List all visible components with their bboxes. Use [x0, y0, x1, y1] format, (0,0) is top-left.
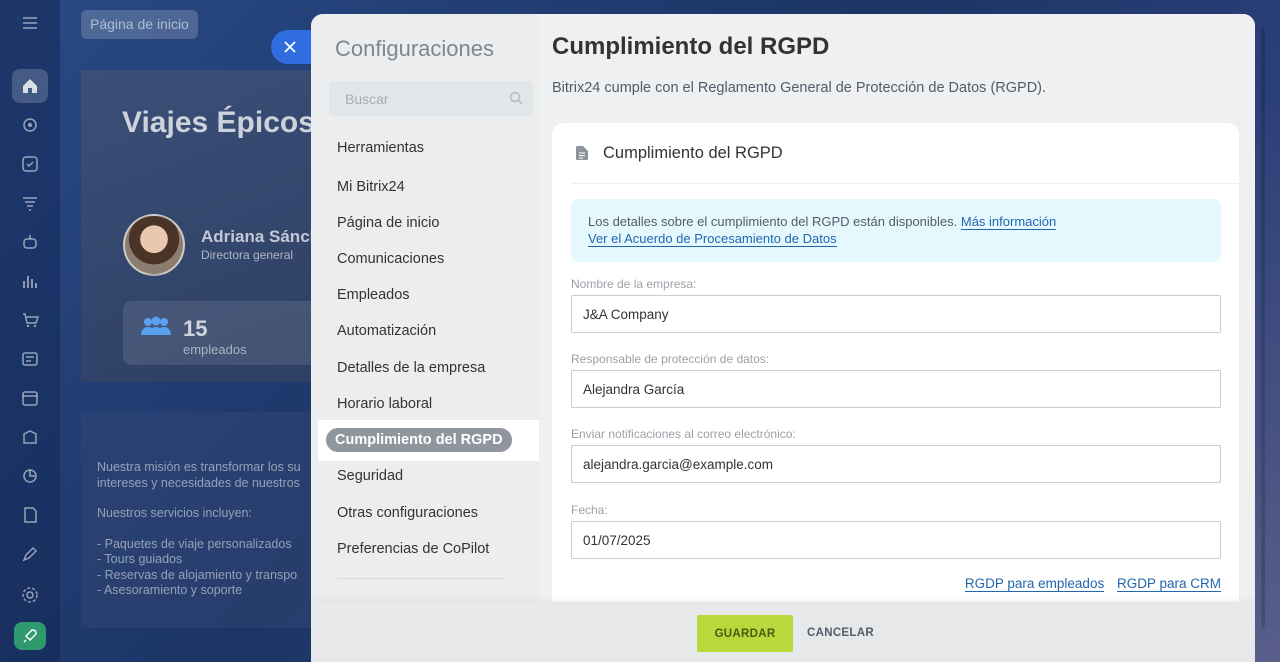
- menu-item-label: Cumplimiento del RGPD: [326, 428, 512, 452]
- mission-text: Nuestra misión es transformar los su int…: [81, 412, 321, 628]
- date-label: Fecha:: [571, 503, 608, 517]
- rocket-icon[interactable]: [14, 622, 46, 650]
- mission-line: - Reservas de alojamiento y transpo: [97, 567, 298, 582]
- menu-item-seguridad[interactable]: Seguridad: [337, 468, 403, 484]
- date-input[interactable]: [572, 522, 1220, 558]
- info-text: Los detalles sobre el cumplimiento del R…: [588, 214, 958, 229]
- tasks-icon[interactable]: [12, 147, 48, 181]
- mission-line: - Asesoramiento y soporte: [97, 583, 243, 597]
- mission-line: - Paquetes de viaje personalizados: [97, 536, 292, 551]
- menu-item-copilot[interactable]: Preferencias de CoPilot: [337, 541, 489, 557]
- avatar: [123, 214, 185, 276]
- menu-item-comunicaciones[interactable]: Comunicaciones: [337, 251, 444, 267]
- cart-icon[interactable]: [12, 303, 48, 337]
- document-icon: [576, 146, 588, 160]
- scrollbar-thumb[interactable]: [1261, 28, 1265, 628]
- menu-divider: [337, 578, 505, 579]
- dpo-field[interactable]: [571, 370, 1221, 408]
- mission-line: Nuestros servicios incluyen:: [97, 506, 252, 520]
- info-banner: Los detalles sobre el cumplimiento del R…: [571, 199, 1221, 262]
- menu-item-horario-laboral[interactable]: Horario laboral: [337, 396, 432, 412]
- sign-icon[interactable]: [12, 498, 48, 532]
- dpo-input[interactable]: [572, 371, 1220, 407]
- menu-item-automatizacion[interactable]: Automatización: [337, 323, 436, 339]
- person-name: Adriana Sánch: [201, 227, 321, 246]
- page-description: Bitrix24 cumple con el Reglamento Genera…: [552, 80, 1047, 96]
- sites-icon[interactable]: [12, 420, 48, 454]
- menu-item-otras-configuraciones[interactable]: Otras configuraciones: [337, 505, 478, 521]
- automation-icon[interactable]: [12, 459, 48, 493]
- cancel-button[interactable]: CANCELAR: [807, 615, 874, 652]
- crm-funnel-icon[interactable]: [12, 186, 48, 220]
- marketing-icon[interactable]: [12, 537, 48, 571]
- more-info-link[interactable]: Más información: [960, 214, 1057, 230]
- gdpr-employees-link[interactable]: RGDP para empleados: [964, 576, 1105, 592]
- date-field[interactable]: [571, 521, 1221, 559]
- company-name-label: Nombre de la empresa:: [571, 277, 697, 291]
- settings-icon[interactable]: [12, 578, 48, 612]
- mission-line: Nuestra misión es transformar los su: [97, 460, 301, 474]
- email-field[interactable]: [571, 445, 1221, 483]
- mission-line: intereses y necesidades de nuestros: [97, 475, 300, 490]
- employee-label: empleados: [183, 342, 247, 357]
- company-name-field[interactable]: [571, 295, 1221, 333]
- settings-slider: Configuraciones Herramientas Mi Bitrix24…: [311, 14, 1255, 662]
- people-icon: [141, 316, 171, 335]
- gdpr-card: Cumplimiento del RGPD Los detalles sobre…: [552, 123, 1239, 602]
- email-label: Enviar notificaciones al correo electrón…: [571, 427, 796, 441]
- settings-menu-title: Configuraciones: [335, 36, 494, 61]
- search-input[interactable]: [329, 81, 533, 116]
- menu-item-herramientas[interactable]: Herramientas: [337, 140, 424, 156]
- card-header: Cumplimiento del RGPD: [571, 123, 1239, 184]
- settings-search[interactable]: [329, 81, 533, 116]
- dpo-label: Responsable de protección de datos:: [571, 352, 770, 366]
- settings-content: Cumplimiento del RGPD Bitrix24 cumple co…: [539, 14, 1255, 602]
- close-slider-button[interactable]: [271, 30, 315, 64]
- gdpr-crm-link[interactable]: RGDP para CRM: [1116, 576, 1221, 592]
- menu-item-detalles-empresa[interactable]: Detalles de la empresa: [337, 360, 485, 376]
- footer-bar: GUARDAR CANCELAR: [311, 602, 1255, 662]
- employee-stat: 15 empleados: [123, 301, 321, 365]
- menu-item-empleados[interactable]: Empleados: [337, 287, 410, 303]
- person-role: Directora general: [201, 248, 294, 262]
- menu-item-rgpd-active[interactable]: Cumplimiento del RGPD: [318, 420, 539, 461]
- save-button[interactable]: GUARDAR: [697, 615, 793, 652]
- data-processing-agreement-link[interactable]: Ver el Acuerdo de Procesamiento de Datos: [588, 231, 837, 247]
- company-hero-card: Viajes Épicos Adriana Sánch Directora ge…: [81, 70, 321, 382]
- card-title: Cumplimiento del RGPD: [603, 144, 783, 162]
- feed-icon[interactable]: [12, 108, 48, 142]
- close-icon: [284, 41, 296, 53]
- home-page-chip[interactable]: Página de inicio: [81, 10, 198, 39]
- company-name-input[interactable]: [572, 296, 1220, 332]
- menu-item-mi-bitrix24[interactable]: Mi Bitrix24: [337, 179, 405, 195]
- menu-item-pagina-inicio[interactable]: Página de inicio: [337, 215, 439, 231]
- calendar-icon[interactable]: [12, 381, 48, 415]
- menu-icon[interactable]: [12, 6, 48, 40]
- company-title: Viajes Épicos: [122, 106, 315, 139]
- page-title: Cumplimiento del RGPD: [552, 33, 830, 60]
- home-icon[interactable]: [12, 69, 48, 103]
- scrollbar[interactable]: [1258, 14, 1268, 628]
- left-navigation-rail: [0, 0, 60, 662]
- email-input[interactable]: [572, 446, 1220, 482]
- robot-icon[interactable]: [12, 225, 48, 259]
- settings-menu: Configuraciones Herramientas Mi Bitrix24…: [311, 14, 539, 602]
- employee-count: 15: [183, 316, 208, 341]
- contact-center-icon[interactable]: [12, 342, 48, 376]
- gdpr-links: RGDP para empleados RGDP para CRM: [956, 576, 1221, 592]
- mission-line: - Tours guiados: [97, 552, 183, 566]
- search-icon: [509, 91, 523, 105]
- analytics-icon[interactable]: [12, 264, 48, 298]
